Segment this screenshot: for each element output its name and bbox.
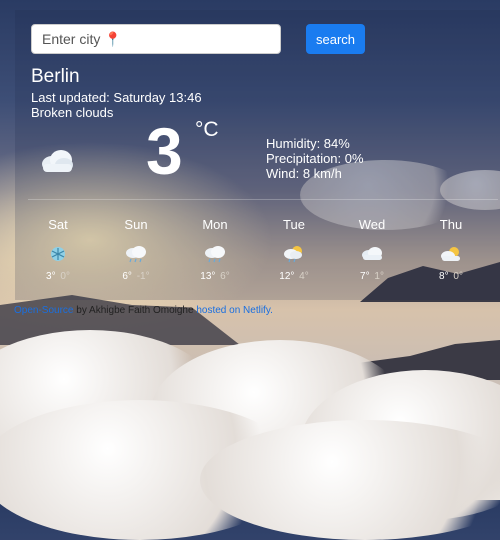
last-updated: Last updated: Saturday 13:46 — [31, 90, 202, 105]
forecast-temps: 8° 0° — [416, 271, 486, 282]
forecast-day: Sat 3° 0° — [23, 217, 93, 282]
precipitation: Precipitation: 0% — [266, 151, 364, 166]
forecast-day: Thu 8° 0° — [416, 217, 486, 282]
forecast-temps: 12° 4° — [259, 271, 329, 282]
divider — [28, 199, 498, 200]
current-temperature: 3 — [146, 114, 183, 188]
search-button[interactable]: search — [306, 24, 365, 54]
humidity: Humidity: 84% — [266, 136, 350, 151]
forecast-day: Mon 13° 6° — [180, 217, 250, 282]
forecast-min: 1° — [374, 271, 384, 282]
forecast-day: Tue 12° 4° — [259, 217, 329, 282]
forecast-day-name: Wed — [358, 217, 386, 232]
forecast-min: 0° — [453, 271, 463, 282]
footer: Open-Source by Akhigbe Faith Omoighe hos… — [14, 305, 273, 316]
forecast-max: 12° — [279, 271, 295, 282]
forecast-max: 13° — [200, 271, 216, 282]
temperature-unit[interactable]: °C — [195, 118, 219, 142]
forecast-min: -1° — [136, 271, 150, 282]
forecast-max: 7° — [360, 271, 370, 282]
sun-cloud-icon — [439, 245, 463, 263]
open-source-link[interactable]: Open-Source — [14, 305, 73, 316]
forecast-max: 3° — [46, 271, 56, 282]
city-search-input[interactable] — [31, 24, 281, 54]
cloud-icon — [40, 148, 74, 179]
weather-details: Humidity: 84% Precipitation: 0% Wind: 8 … — [266, 136, 364, 181]
author-text: by Akhigbe Faith Omoighe — [73, 305, 197, 316]
forecast-max: 8° — [439, 271, 449, 282]
forecast-temps: 6° -1° — [101, 271, 171, 282]
cloud-rain-icon — [203, 245, 227, 263]
forecast-temps: 7° 1° — [337, 271, 407, 282]
forecast-day: Sun 6° -1° — [101, 217, 171, 282]
forecast-day-name: Sat — [48, 217, 68, 232]
forecast-day-name: Mon — [202, 217, 228, 232]
forecast-min: 6° — [220, 271, 230, 282]
forecast-temps: 3° 0° — [23, 271, 93, 282]
wind: Wind: 8 km/h — [266, 166, 342, 181]
cloud-rain-icon — [124, 245, 148, 263]
forecast-min: 0° — [60, 271, 70, 282]
cloud-icon — [360, 245, 384, 263]
forecast-day: Wed 7° 1° — [337, 217, 407, 282]
forecast-max: 6° — [122, 271, 132, 282]
netlify-link[interactable]: hosted on Netlify. — [196, 305, 273, 316]
forecast-temps: 13° 6° — [180, 271, 250, 282]
weather-description: Broken clouds — [31, 105, 114, 120]
forecast-day-name: Tue — [283, 217, 305, 232]
city-name: Berlin — [31, 66, 80, 87]
forecast-day-name: Sun — [124, 217, 148, 232]
sun-cloud-rain-icon — [282, 245, 306, 263]
forecast-min: 4° — [299, 271, 309, 282]
forecast-day-name: Thu — [439, 217, 463, 232]
snowflake-icon — [46, 245, 70, 263]
